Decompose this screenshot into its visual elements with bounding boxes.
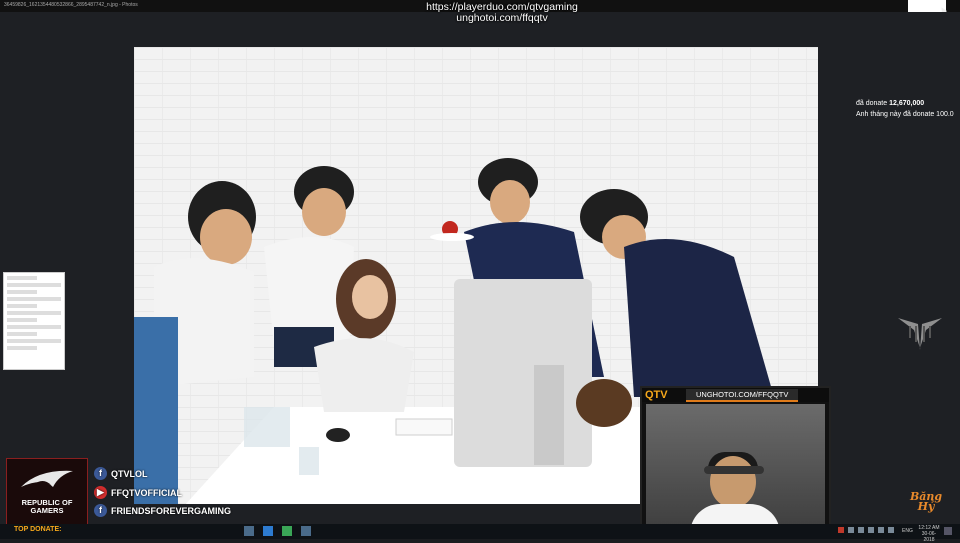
webcam-url: UNGHOTOI.COM/FFQQTV [686,389,799,402]
watermark-line2: Hỷ [917,500,935,513]
facebook-icon: f [94,467,107,480]
tray-icon[interactable] [868,527,874,533]
facebook-icon: f [94,504,107,517]
tray-icon[interactable] [858,527,864,533]
system-tray [838,527,898,533]
social-facebook-friendsforevergaming[interactable]: f FRIENDSFOREVERGAMING [94,504,231,517]
taskbar: TOP DONATE: ENG 12:12 AM 30-06-2018 [0,524,960,543]
feather-duster [576,379,632,427]
rog-line2: GAMERS [30,506,64,515]
social-youtube-ffqtvofficial[interactable]: ▶ FFQTVOFFICIAL [94,486,182,499]
glass [299,447,319,475]
social-facebook-qtvlol[interactable]: f QTVLOL [94,467,148,480]
webcam-overlay: QTV UNGHOTOI.COM/FFQQTV [640,386,831,538]
tray-icon[interactable] [848,527,854,533]
imac-screen-back [454,279,592,467]
donate-monthly: Anh tháng này đã donate 100.0 [856,111,954,118]
donate-amount: 12,670,000 [889,100,925,107]
rog-eye-icon [21,470,73,487]
webcam-feed [646,404,825,534]
social-label: FRIENDSFOREVERGAMING [111,505,232,516]
person-suit-4 [624,239,774,397]
notification-icon[interactable] [944,527,952,535]
taskbar-app-icon[interactable] [263,526,273,536]
social-label: QTVLOL [111,468,148,479]
rog-sponsor-logo: REPUBLIC OF GAMERS [6,458,88,526]
tray-icon[interactable] [838,527,844,533]
clock-date: 30-06-2018 [921,531,937,543]
taskbar-app-icon[interactable] [301,526,311,536]
rog-text: REPUBLIC OF GAMERS [7,499,87,515]
stream-links: https://playerduo.com/qtvgaming unghotoi… [400,2,604,24]
social-label: FFQTVOFFICIAL [111,487,182,498]
top-donate-label: TOP DONATE: [14,526,62,533]
taskbar-app-icon[interactable] [282,526,292,536]
donate-panel: đã donate 12,670,000 Anh tháng này đã do… [856,98,956,120]
clock[interactable]: 12:12 AM 30-06-2018 [918,525,940,543]
water-jug [244,407,290,447]
donate-label: đã donate [856,100,888,107]
taskbar-app-icon[interactable] [244,526,254,536]
mouse [326,428,350,442]
bang-hy-watermark: Băng Hỷ [906,491,946,513]
language-indicator[interactable]: ENG [902,528,913,534]
tray-icon[interactable] [888,527,894,533]
webcam-header: QTV UNGHOTOI.COM/FFQQTV [642,388,829,402]
keyboard [395,418,453,436]
window-title: 36459826_1621354480532866_2895487742_n.j… [4,2,138,8]
streamer-face [710,456,756,508]
bride-dress [314,338,414,412]
tray-icon[interactable] [878,527,884,533]
youtube-icon: ▶ [94,486,107,499]
headset-icon [704,466,764,474]
chat-thumbnail [3,272,65,370]
webcam-brand: QTV [645,389,668,401]
stream-link-secondary: unghotoi.com/ffqqtv [456,12,548,24]
taskbar-apps [244,526,320,536]
ff-logo-icon [898,318,942,350]
